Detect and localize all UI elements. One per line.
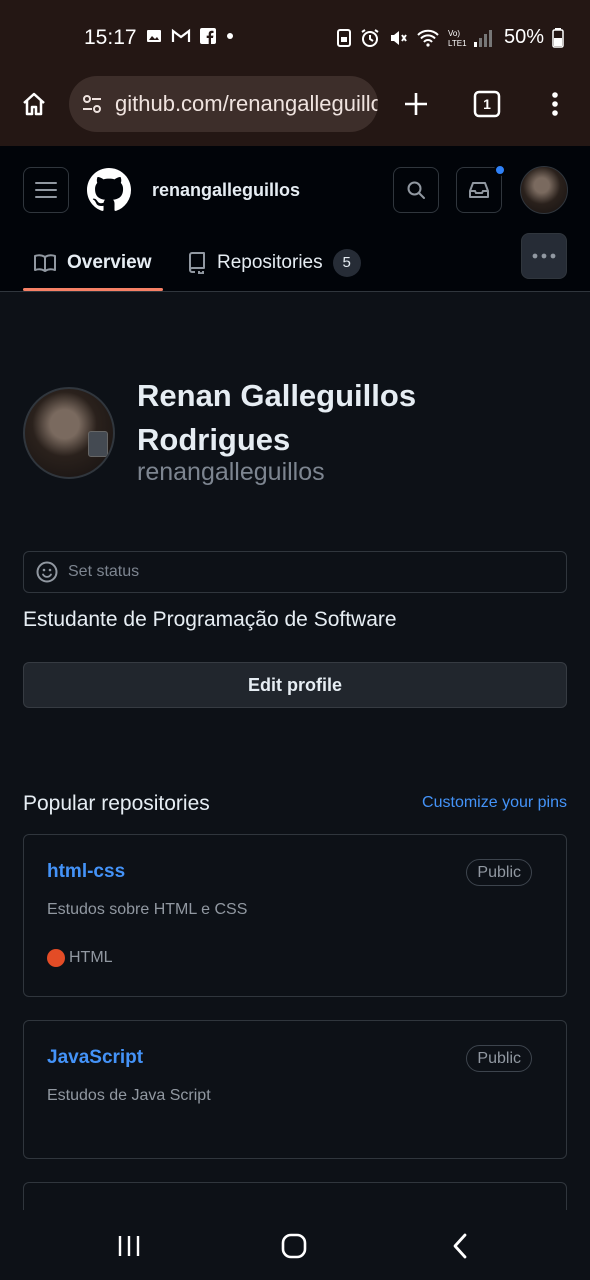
- back-button[interactable]: [438, 1228, 482, 1264]
- github-header: renangalleguillos Overview Repositories …: [0, 146, 590, 292]
- hamburger-menu-icon: [35, 182, 57, 198]
- avatar[interactable]: [520, 166, 568, 214]
- status-bar: 15:17 Vo) LTE1 50%: [0, 0, 590, 76]
- facebook-icon: [200, 28, 216, 44]
- popular-repositories-title: Popular repositories: [23, 792, 210, 815]
- edit-profile-button[interactable]: Edit profile: [23, 662, 567, 708]
- menu-button[interactable]: [23, 167, 69, 213]
- gmail-icon: [171, 28, 191, 42]
- customize-pins-link[interactable]: Customize your pins: [422, 794, 567, 812]
- wifi-icon: [417, 29, 439, 47]
- mute-icon: [390, 30, 407, 45]
- profile-tabs: Overview Repositories 5: [0, 233, 590, 292]
- search-button[interactable]: [393, 167, 439, 213]
- inbox-button[interactable]: [456, 164, 506, 213]
- tab-switcher-button[interactable]: 1: [467, 84, 507, 124]
- recents-button[interactable]: [107, 1228, 151, 1264]
- header-username[interactable]: renangalleguillos: [152, 180, 300, 201]
- more-vert-icon: [552, 92, 558, 116]
- new-tab-button[interactable]: [396, 84, 436, 124]
- selected-tab-indicator: [23, 288, 163, 291]
- site-info-icon[interactable]: [81, 93, 103, 115]
- back-icon: [453, 1233, 467, 1259]
- notification-dot: [494, 164, 506, 176]
- smiley-icon: [36, 561, 58, 583]
- tab-overview[interactable]: Overview: [33, 234, 152, 292]
- battery-icon: [552, 27, 564, 48]
- alarm-icon: [361, 28, 379, 47]
- profile-main: Renan Galleguillos Rodrigues renangalleg…: [0, 292, 590, 1210]
- recents-icon: [118, 1236, 140, 1256]
- battery-percent: 50%: [503, 26, 544, 48]
- tab-repositories-label: Repositories: [217, 252, 323, 273]
- repo-description: Estudos de Java Script: [47, 1087, 211, 1104]
- clock: 15:17: [84, 26, 137, 49]
- repositories-count: 5: [332, 249, 361, 277]
- lte-signal-icon: Vo)LTE1: [448, 29, 492, 48]
- url-text: github.com/renangalleguillos: [115, 91, 378, 116]
- github-home-link[interactable]: [87, 168, 131, 212]
- visibility-badge: Public: [466, 859, 532, 886]
- profile-fullname: Renan Galleguillos Rodrigues: [137, 378, 417, 457]
- svg-text:LTE1: LTE1: [448, 39, 467, 48]
- tab-overview-label: Overview: [67, 252, 152, 273]
- browser-toolbar: github.com/renangalleguillos 1: [0, 76, 590, 146]
- visibility-badge: Public: [466, 1045, 532, 1072]
- repo-name-link[interactable]: JavaScript: [47, 1047, 143, 1069]
- tab-repositories[interactable]: Repositories 5: [187, 234, 361, 292]
- inbox-icon: [469, 182, 489, 198]
- search-icon: [407, 181, 425, 199]
- repo-card: JavaScript Public Estudos de Java Script: [23, 1020, 567, 1159]
- new-tab-icon: [405, 93, 427, 115]
- browser-menu-button[interactable]: [535, 84, 575, 124]
- system-nav-bar: [0, 1210, 590, 1280]
- book-icon: [34, 254, 56, 272]
- set-status-label: Set status: [68, 563, 140, 580]
- address-bar[interactable]: github.com/renangalleguillos: [69, 76, 378, 132]
- repo-card: html-css Public Estudos sobre HTML e CSS…: [23, 834, 567, 997]
- repo-language-label: HTML: [69, 949, 113, 966]
- set-status-button[interactable]: Set status: [23, 551, 567, 593]
- repo-name-link[interactable]: html-css: [47, 861, 125, 883]
- profile-avatar[interactable]: [23, 387, 115, 479]
- profile-login: renangalleguillos: [137, 458, 325, 486]
- tab-count: 1: [483, 96, 491, 112]
- home-nav-button[interactable]: [272, 1228, 316, 1264]
- svg-text:Vo): Vo): [448, 29, 460, 38]
- home-circle-icon: [281, 1233, 307, 1259]
- home-icon: [23, 92, 45, 116]
- repo-description: Estudos sobre HTML e CSS: [47, 901, 248, 918]
- repo-language: HTML: [47, 949, 113, 967]
- more-tabs-button[interactable]: [521, 233, 567, 279]
- image-icon: [147, 30, 161, 42]
- home-button[interactable]: [14, 84, 54, 124]
- kebab-horizontal-icon: [532, 253, 556, 259]
- github-logo-icon: [87, 168, 131, 211]
- repo-card-partial: [23, 1182, 567, 1210]
- profile-bio: Estudante de Programação de Software: [23, 608, 397, 631]
- repo-icon: [189, 252, 205, 274]
- lock-sim-icon: [336, 28, 351, 47]
- language-color-dot: [47, 949, 65, 967]
- dot-icon: [227, 33, 233, 39]
